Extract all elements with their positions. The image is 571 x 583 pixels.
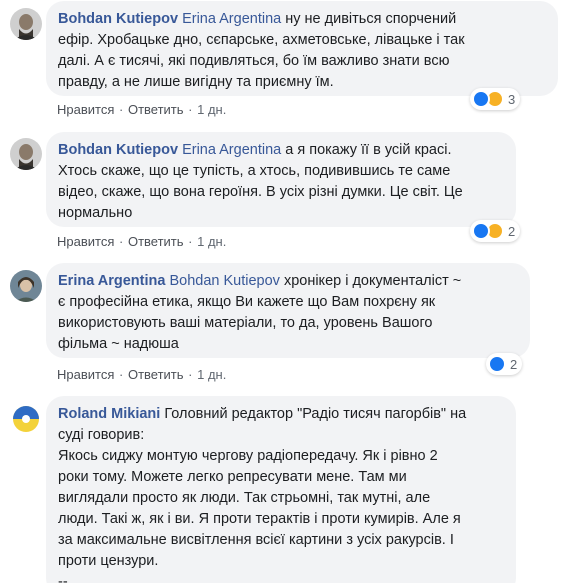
reply-button[interactable]: Ответить <box>128 234 184 249</box>
comment-text-line: проти цензури. <box>58 553 159 569</box>
comment-bubble: Erina Argentina Bohdan Kutiepov хронікер… <box>46 263 530 358</box>
comment-text-line: -- <box>58 574 68 583</box>
author-name[interactable]: Erina Argentina <box>58 273 165 289</box>
like-icon <box>472 90 490 108</box>
comment-text-line: виглядали просто як люди. Так стрьомні, … <box>58 490 431 506</box>
reaction-count: 3 <box>508 91 516 107</box>
like-button[interactable]: Нравится <box>57 367 114 382</box>
comment-actions: Нравится · Ответить · 1 дн. <box>57 234 227 249</box>
avatar[interactable] <box>10 270 42 302</box>
timestamp[interactable]: 1 дн. <box>197 367 226 382</box>
reaction-count: 2 <box>510 356 518 372</box>
reaction-summary[interactable]: 2 <box>470 220 521 242</box>
comment-text-line: а я покажу її в усій красі. <box>281 142 452 158</box>
mention-link[interactable]: Erina Argentina <box>182 11 281 27</box>
comment-text-line: відео, скаже, що вона героїня. В усіх рі… <box>58 184 463 200</box>
like-icon <box>488 355 506 373</box>
comment-text-line: ну не дивіться спорчений <box>281 11 457 27</box>
comment-text-line: ефір. Хробацьке дно, сєпарське, ахметовс… <box>58 32 465 48</box>
comment-actions: Нравится · Ответить · 1 дн. <box>57 367 227 382</box>
reply-button[interactable]: Ответить <box>128 102 184 117</box>
like-button[interactable]: Нравится <box>57 234 114 249</box>
author-name[interactable]: Bohdan Kutiepov <box>58 142 178 158</box>
comment-text-line: суді говорив: <box>58 427 145 443</box>
comment-text-line: Головний редактор "Радіо тисяч пагорбів"… <box>160 406 467 422</box>
avatar[interactable] <box>10 138 42 170</box>
comment-text-line: хронікер і документаліст ~ <box>279 273 462 289</box>
like-button[interactable]: Нравится <box>57 102 114 117</box>
timestamp[interactable]: 1 дн. <box>197 234 226 249</box>
reply-button[interactable]: Ответить <box>128 367 184 382</box>
comment-text-line: Якось сиджу монтую чергову радіопередачу… <box>58 448 438 464</box>
author-name[interactable]: Bohdan Kutiepov <box>58 11 178 27</box>
comment-bubble: Bohdan Kutiepov Erina Argentina а я пока… <box>46 132 516 227</box>
comment-bubble: Bohdan Kutiepov Erina Argentina ну не ди… <box>46 1 558 96</box>
comment-text-line: нормально <box>58 205 133 221</box>
comment-text-line: фільма ~ надюша <box>58 336 179 352</box>
avatar[interactable] <box>10 403 42 435</box>
author-name[interactable]: Roland Mikiani <box>58 406 160 422</box>
avatar[interactable] <box>10 8 42 40</box>
comment-text-line: використовують ваші матеріали, то да, ур… <box>58 315 433 331</box>
comment-actions: Нравится · Ответить · 1 дн. <box>57 102 227 117</box>
comment-text-line: Хтось скаже, що це тупість, а хтось, под… <box>58 163 451 179</box>
comment-text-line: є професійна етика, якщо Ви кажете що Ва… <box>58 294 436 310</box>
timestamp[interactable]: 1 дн. <box>197 102 226 117</box>
comment-text-line: далі. А є тисячі, які подивляться, бо їм… <box>58 53 450 69</box>
like-icon <box>472 222 490 240</box>
reaction-summary[interactable]: 2 <box>486 353 523 375</box>
comment-text-line: роки тому. Можете легко репресувати мене… <box>58 469 407 485</box>
comment-text-line: люди. Такі ж, як і ви. Я проти терактів … <box>58 511 461 527</box>
mention-link[interactable]: Erina Argentina <box>182 142 281 158</box>
comment-text-line: за максимальне висвітлення всієї картини… <box>58 532 454 548</box>
comment-text-line: правду, а не лише вигідну та приємну їм. <box>58 74 334 90</box>
comment-bubble: Roland Mikiani Головний редактор "Радіо … <box>46 396 516 583</box>
reaction-summary[interactable]: 3 <box>470 88 521 110</box>
mention-link[interactable]: Bohdan Kutiepov <box>169 273 279 289</box>
reaction-count: 2 <box>508 223 516 239</box>
